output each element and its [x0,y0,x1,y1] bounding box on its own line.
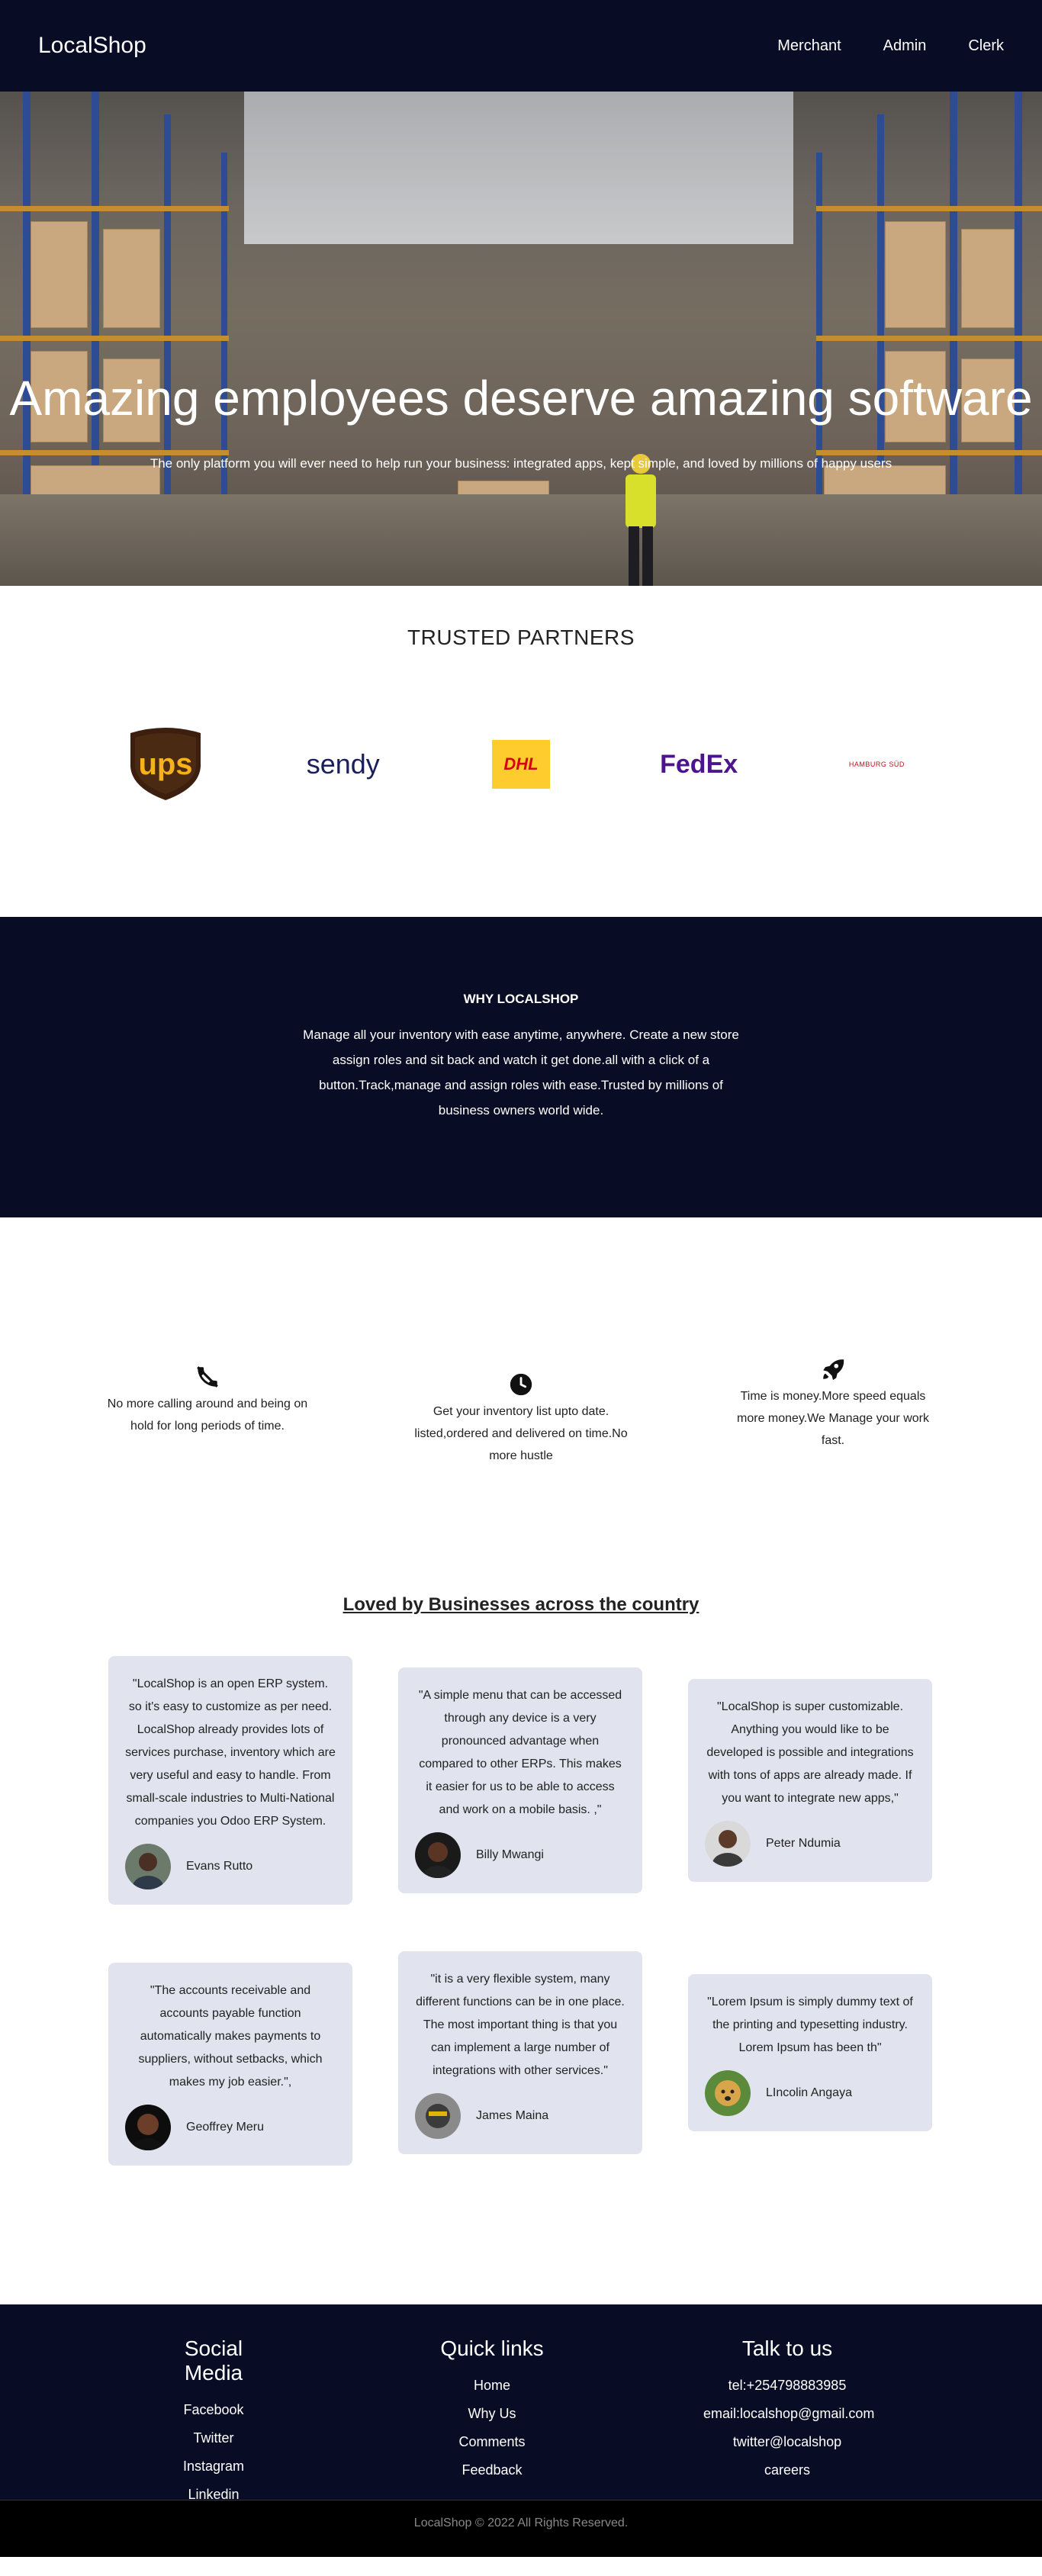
nav-link-merchant[interactable]: Merchant [777,37,841,55]
feature-item: Time is money.More speed equals more mon… [726,1356,940,1452]
testimonial-author: Billy Mwangi [415,1832,626,1878]
clock-icon [510,1373,532,1396]
feature-text: No more calling around and being on hold… [107,1397,308,1433]
sendy-logo: sendy [306,748,380,780]
author-name: James Maina [476,2109,549,2122]
author-name: Peter Ndumia [766,1837,841,1850]
testimonial-card: "LocalShop is an open ERP system. so it'… [108,1656,352,1905]
why-localshop-section: WHY LOCALSHOP Manage all your inventory … [0,917,1042,1217]
author-name: LIncolin Angaya [766,2086,852,2099]
testimonial-quote: "The accounts receivable and accounts pa… [138,1984,323,2089]
avatar [705,1821,751,1867]
site-footer: Social Media Facebook Twitter Instagram … [0,2304,1042,2502]
author-name: Evans Rutto [186,1860,253,1873]
testimonial-author: James Maina [415,2093,626,2139]
feature-item: Get your inventory list upto date. liste… [414,1372,628,1467]
footer-link-why-us[interactable]: Why Us [427,2400,557,2428]
testimonial-author: Peter Ndumia [705,1821,915,1867]
testimonial-card: "Lorem Ipsum is simply dummy text of the… [688,1974,932,2131]
svg-text:ups: ups [138,748,192,781]
nav-link-admin[interactable]: Admin [883,37,927,55]
brand-logo[interactable]: LocalShop [38,33,146,59]
author-name: Billy Mwangi [476,1848,544,1861]
partners-heading: TRUSTED PARTNERS [407,626,635,649]
avatar [705,2070,751,2116]
testimonial-card: "LocalShop is super customizable. Anythi… [688,1679,932,1882]
feature-text: Time is money.More speed equals more mon… [737,1390,929,1447]
footer-link-feedback[interactable]: Feedback [427,2456,557,2484]
testimonial-author: Geoffrey Meru [125,2105,336,2150]
partner-logos: ups sendy DHL FedEx HAMBURG SÜD [0,650,1042,802]
footer-link-instagram[interactable]: Instagram [153,2452,275,2481]
footer-social-heading: Social Media [184,2336,243,2385]
testimonial-quote: "it is a very flexible system, many diff… [416,1973,625,2077]
testimonial-card: "it is a very flexible system, many diff… [398,1951,642,2154]
footer-quick-links-column: Quick links Home Why Us Comments Feedbac… [427,2336,557,2484]
footer-link-phone[interactable]: tel:+254798883985 [703,2372,871,2400]
testimonial-author: Evans Rutto [125,1844,336,1889]
avatar [125,1844,171,1889]
author-name: Geoffrey Meru [186,2121,264,2134]
footer-contact-column: Talk to us tel:+254798883985 email:local… [703,2336,874,2484]
ups-logo: ups [120,726,211,802]
footer-link-facebook[interactable]: Facebook [153,2396,275,2424]
testimonials-heading: Loved by Businesses across the country [343,1594,699,1615]
top-navbar: LocalShop Merchant Admin Clerk [0,0,1042,92]
testimonial-quote: "LocalShop is an open ERP system. so it'… [125,1677,336,1828]
footer-quick-heading: Quick links [440,2336,544,2360]
avatar [415,1832,461,1878]
testimonial-author: LIncolin Angaya [705,2070,915,2116]
features-section: No more calling around and being on hold… [0,1217,1042,1584]
testimonial-card: "A simple menu that can be accessed thro… [398,1667,642,1893]
footer-link-email[interactable]: email:localshop@gmail.com [703,2400,874,2428]
feature-text: Get your inventory list upto date. liste… [414,1405,628,1462]
footer-link-twitter[interactable]: Twitter [153,2424,275,2452]
footer-link-careers[interactable]: careers [703,2456,871,2484]
feature-item: No more calling around and being on hold… [101,1364,314,1437]
footer-link-home[interactable]: Home [427,2372,557,2400]
hero-subtitle: The only platform you will ever need to … [150,456,892,471]
testimonial-quote: "Lorem Ipsum is simply dummy text of the… [707,1996,913,2054]
hero-title: Amazing employees deserve amazing softwa… [9,371,1033,426]
testimonial-card: "The accounts receivable and accounts pa… [108,1963,352,2166]
footer-link-twitter-handle[interactable]: twitter@localshop [703,2428,871,2456]
no-phone-icon [197,1366,218,1388]
fedex-logo: FedEx [660,749,738,779]
footer-link-comments[interactable]: Comments [427,2428,557,2456]
testimonial-quote: "LocalShop is super customizable. Anythi… [706,1700,914,1805]
why-body: Manage all your inventory with ease anyt… [303,1028,739,1118]
dhl-logo: DHL [475,726,567,802]
testimonials-section: Loved by Businesses across the country "… [0,1584,1042,2304]
avatar [415,2093,461,2139]
avatar [125,2105,171,2150]
footer-talk-heading: Talk to us [741,2336,833,2360]
testimonial-quote: "A simple menu that can be accessed thro… [418,1689,622,1816]
hero-banner: Amazing employees deserve amazing softwa… [0,92,1042,586]
hamburg-sud-logo: HAMBURG SÜD [848,761,905,768]
footer-social-column: Social Media Facebook Twitter Instagram … [153,2336,275,2509]
footer-link-linkedin[interactable]: Linkedin [153,2481,275,2509]
nav-links: Merchant Admin Clerk [735,37,1004,55]
nav-link-clerk[interactable]: Clerk [968,37,1004,55]
trusted-partners-section: TRUSTED PARTNERS ups sendy DHL FedEx HAM… [0,586,1042,917]
why-heading: WHY LOCALSHOP [463,992,579,1006]
rocket-icon [823,1359,844,1381]
